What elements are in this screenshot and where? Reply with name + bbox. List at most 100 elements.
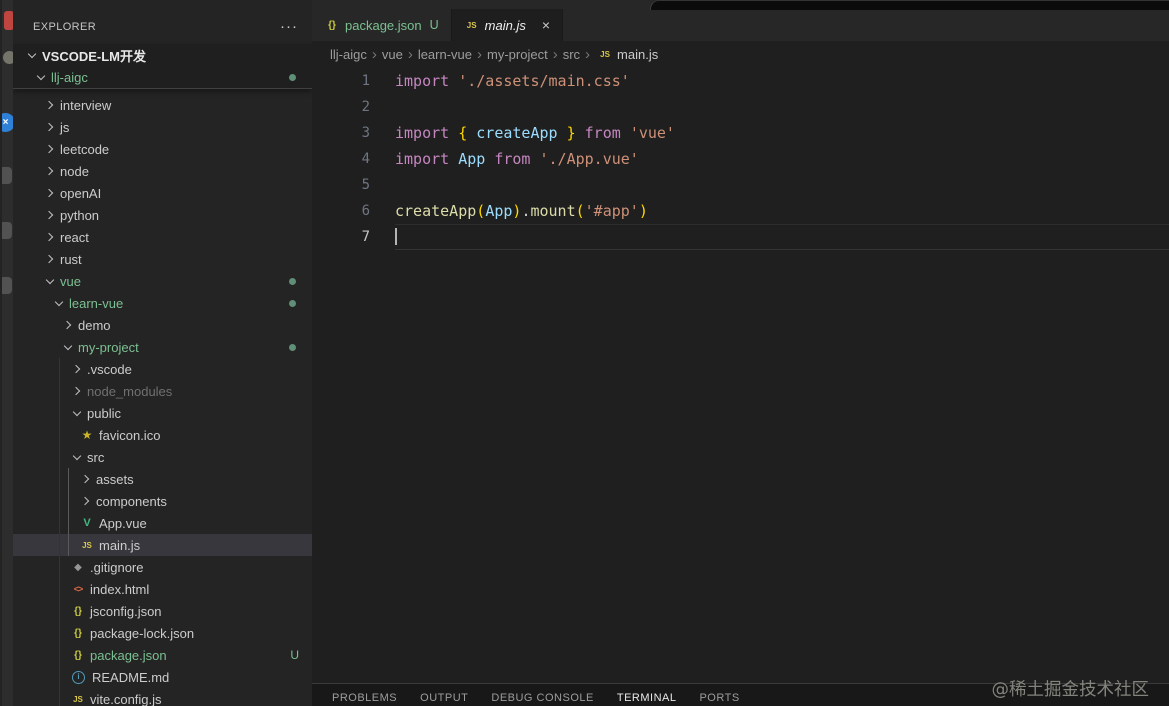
explorer-sidebar: EXPLORER ··· VSCODE-LM开发 llj-aigc intervi… xyxy=(13,0,312,706)
code-area[interactable]: 1 import './assets/main.css' 2 3 import { cr… xyxy=(312,68,1169,682)
breadcrumb-item-main-js[interactable]: main.js xyxy=(617,47,658,62)
chevron-right-icon[interactable] xyxy=(43,98,58,113)
grey-square-icon xyxy=(2,167,12,184)
js-file-icon: JS xyxy=(466,20,477,30)
panel-tab-output[interactable]: OUTPUT xyxy=(420,687,468,704)
chevron-right-icon[interactable] xyxy=(43,142,58,157)
chevron-right-icon[interactable] xyxy=(43,208,58,223)
chevron-down-icon[interactable] xyxy=(34,70,49,85)
tree-file--gitignore[interactable]: ◆ .gitignore xyxy=(13,556,312,578)
line-content xyxy=(395,172,1169,198)
chevron-down-icon[interactable] xyxy=(61,340,76,355)
tree-folder-src[interactable]: src xyxy=(13,446,312,468)
line-number: 1 xyxy=(361,73,370,89)
chevron-down-icon[interactable] xyxy=(25,48,40,63)
tree-item-label: leetcode xyxy=(60,141,110,157)
file-tree: interview js leetcode node openAI python react… xyxy=(13,94,312,706)
tree-item-label: node xyxy=(60,163,89,179)
json-file-icon: {} xyxy=(74,605,82,617)
breadcrumb-item-my-project[interactable]: my-project xyxy=(487,47,548,62)
tree-file-vite-config-js[interactable]: JS vite.config.js xyxy=(13,688,312,706)
tree-item-label: llj-aigc xyxy=(51,69,88,85)
tree-folder-learn-vue[interactable]: learn-vue xyxy=(13,292,312,314)
tree-folder-rust[interactable]: rust xyxy=(13,248,312,270)
tree-folder-python[interactable]: python xyxy=(13,204,312,226)
breadcrumb-item-llj-aigc[interactable]: llj-aigc xyxy=(330,47,367,62)
tree-folder-node-modules[interactable]: node_modules xyxy=(13,380,312,402)
tree-folder-react[interactable]: react xyxy=(13,226,312,248)
tree-file-main-js[interactable]: JS main.js xyxy=(13,534,312,556)
code-line-6: 6 createApp(App).mount('#app') xyxy=(312,198,1169,224)
chevron-down-icon[interactable] xyxy=(70,450,85,465)
tree-folder-openai[interactable]: openAI xyxy=(13,182,312,204)
chevron-down-icon[interactable] xyxy=(70,406,85,421)
panel-tab-debug-console[interactable]: DEBUG CONSOLE xyxy=(491,687,593,704)
tree-folder-interview[interactable]: interview xyxy=(13,94,312,116)
tree-file-readme-md[interactable]: i README.md xyxy=(13,666,312,688)
panel-tab-ports[interactable]: PORTS xyxy=(699,687,739,704)
chevron-right-icon[interactable] xyxy=(43,186,58,201)
breadcrumb-item-src[interactable]: src xyxy=(563,47,580,62)
panel-tab-problems[interactable]: PROBLEMS xyxy=(332,687,397,704)
chevron-right-icon[interactable] xyxy=(70,384,85,399)
tab-package-json[interactable]: {} package.json U xyxy=(312,9,452,41)
tree-item-label: jsconfig.json xyxy=(90,603,162,619)
chevron-right-icon[interactable] xyxy=(79,494,94,509)
tree-file-jsconfig-json[interactable]: {} jsconfig.json xyxy=(13,600,312,622)
tree-folder-vue[interactable]: vue xyxy=(13,270,312,292)
tree-file-index-html[interactable]: <> index.html xyxy=(13,578,312,600)
tree-sticky-headers: VSCODE-LM开发 llj-aigc xyxy=(13,44,312,89)
chevron-right-icon[interactable] xyxy=(43,230,58,245)
chevron-right-icon[interactable] xyxy=(43,120,58,135)
tree-item-label: learn-vue xyxy=(69,295,124,311)
tab-main-js[interactable]: JS main.js × xyxy=(451,9,564,41)
chevron-right-icon[interactable] xyxy=(43,164,58,179)
line-number: 2 xyxy=(361,99,370,115)
breadcrumb-item-learn-vue[interactable]: learn-vue xyxy=(418,47,472,62)
tree-folder-assets[interactable]: assets xyxy=(13,468,312,490)
chevron-right-icon[interactable] xyxy=(43,252,58,267)
token-br: } xyxy=(557,124,576,142)
tree-item-label: openAI xyxy=(60,185,102,201)
star-file-icon: ★ xyxy=(81,428,93,442)
tree-file-favicon-ico[interactable]: ★ favicon.ico xyxy=(13,424,312,446)
breadcrumb-item-vue[interactable]: vue xyxy=(382,47,403,62)
token-str: 'vue' xyxy=(629,124,675,142)
tree-item-label: package-lock.json xyxy=(90,625,195,641)
tree-folder-demo[interactable]: demo xyxy=(13,314,312,336)
chevron-down-icon[interactable] xyxy=(52,296,67,311)
line-content: import { createApp } from 'vue' xyxy=(395,120,1169,146)
tree-item-label: node_modules xyxy=(87,383,173,399)
tree-folder-leetcode[interactable]: leetcode xyxy=(13,138,312,160)
tree-item-label: index.html xyxy=(90,581,150,597)
tab-git-badge: U xyxy=(429,18,439,32)
close-icon[interactable]: × xyxy=(542,18,550,32)
git-modified-dot xyxy=(289,344,296,351)
tree-folder-my-project[interactable]: my-project xyxy=(13,336,312,358)
chevron-right-icon: › xyxy=(371,45,377,63)
git-status-badge: U xyxy=(290,648,299,662)
tree-file-app-vue[interactable]: V App.vue xyxy=(13,512,312,534)
panel-tab-terminal[interactable]: TERMINAL xyxy=(617,687,677,704)
tree-folder-llj-aigc[interactable]: llj-aigc xyxy=(13,66,312,88)
js-file-icon: JS xyxy=(73,694,83,704)
tree-file-package-lock-json[interactable]: {} package-lock.json xyxy=(13,622,312,644)
tree-folder-public[interactable]: public xyxy=(13,402,312,424)
tree-folder--vscode[interactable]: .vscode xyxy=(13,358,312,380)
tree-folder-vscode-lm-[interactable]: VSCODE-LM开发 xyxy=(13,44,312,66)
chevron-right-icon[interactable] xyxy=(61,318,76,333)
chevron-down-icon[interactable] xyxy=(43,274,58,289)
tree-folder-node[interactable]: node xyxy=(13,160,312,182)
tree-file-package-json[interactable]: {} package.json U xyxy=(13,644,312,666)
tree-folder-js[interactable]: js xyxy=(13,116,312,138)
editor-group: {} package.json U JS main.js × llj-aigc › vue › l… xyxy=(312,0,1169,706)
chevron-right-icon[interactable] xyxy=(79,472,94,487)
more-actions-icon[interactable]: ··· xyxy=(280,19,298,34)
tree-item-label: components xyxy=(96,493,167,509)
tree-item-label: VSCODE-LM开发 xyxy=(42,48,147,64)
chevron-right-icon[interactable] xyxy=(70,362,85,377)
explorer-title: EXPLORER xyxy=(33,21,97,33)
tree-item-label: python xyxy=(60,207,100,223)
line-number: 4 xyxy=(361,151,370,167)
tree-folder-components[interactable]: components xyxy=(13,490,312,512)
